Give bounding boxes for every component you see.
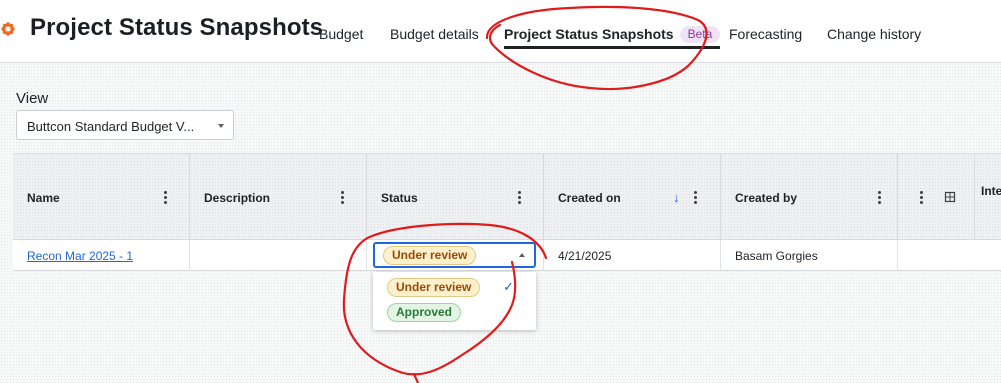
- sort-descending-icon[interactable]: ↓: [673, 190, 680, 205]
- chevron-down-icon: [218, 124, 224, 128]
- snapshot-created-on: 4/21/2025: [558, 249, 612, 263]
- chevron-up-icon: [519, 253, 525, 257]
- column-menu-icon[interactable]: [340, 191, 344, 204]
- cell-created-by: Basam Gorgies: [721, 240, 898, 270]
- column-menu-icon[interactable]: [919, 191, 923, 204]
- column-header-label: Inte: [981, 184, 1001, 198]
- column-header-name[interactable]: Name: [13, 154, 190, 240]
- tab-forecasting[interactable]: Forecasting: [729, 26, 802, 42]
- cell-created-on: 4/21/2025: [544, 240, 721, 270]
- tab-forecasting-label: Forecasting: [729, 26, 803, 42]
- status-option-under-review[interactable]: Under review ✓: [373, 276, 536, 300]
- app-header: Project Status Snapshots Budget Budget d…: [0, 0, 1001, 64]
- page-title: Project Status Snapshots: [30, 14, 324, 41]
- tab-change-history-label: Change history: [827, 26, 922, 42]
- column-menu-icon[interactable]: [693, 191, 697, 204]
- tab-budget-details-label: Budget details: [390, 26, 479, 42]
- status-option-pill: Approved: [387, 303, 462, 322]
- view-label: View: [16, 90, 49, 107]
- column-header-status[interactable]: Status: [367, 154, 544, 240]
- column-chooser-icon[interactable]: [944, 191, 956, 203]
- active-tab-underline: [504, 46, 721, 49]
- column-header-description[interactable]: Description: [190, 154, 367, 240]
- column-header-actions[interactable]: [898, 154, 975, 240]
- column-header-label: Description: [204, 191, 271, 205]
- status-option-approved[interactable]: Approved: [373, 301, 536, 325]
- status-select[interactable]: Under review: [373, 242, 536, 268]
- tab-project-status-snapshots[interactable]: Project Status Snapshots Beta: [504, 26, 721, 49]
- cell-name: Recon Mar 2025 - 1: [13, 240, 190, 270]
- column-header-label: Name: [27, 191, 60, 205]
- column-header-label: Created by: [735, 191, 798, 205]
- tab-budget[interactable]: Budget: [319, 26, 363, 42]
- column-header-created-by[interactable]: Created by: [721, 154, 898, 240]
- status-option-pill: Under review: [387, 278, 481, 297]
- snapshot-name-link[interactable]: Recon Mar 2025 - 1: [27, 249, 133, 263]
- column-menu-icon[interactable]: [517, 191, 521, 204]
- view-select-value: Buttcon Standard Budget V...: [27, 119, 195, 134]
- status-pill-under-review: Under review: [383, 246, 477, 265]
- view-select[interactable]: Buttcon Standard Budget V...: [16, 110, 234, 140]
- column-menu-icon[interactable]: [163, 191, 167, 204]
- cell-description: [190, 240, 367, 270]
- table-header: Name Description Status Created on ↓ Cre…: [13, 153, 1001, 240]
- gear-flower-icon: [1, 22, 15, 36]
- column-header-label: Created on: [558, 191, 621, 205]
- tab-budget-details[interactable]: Budget details: [390, 26, 479, 42]
- column-header-created-on[interactable]: Created on ↓: [544, 154, 721, 240]
- column-menu-icon[interactable]: [877, 191, 881, 204]
- tab-budget-label: Budget: [319, 26, 364, 42]
- column-header-inte[interactable]: Inte: [975, 154, 1001, 240]
- tab-change-history[interactable]: Change history: [827, 26, 921, 42]
- beta-badge: Beta: [679, 26, 721, 43]
- status-dropdown-menu: Under review ✓ Approved: [373, 272, 536, 330]
- tab-project-status-snapshots-label: Project Status Snapshots: [504, 26, 674, 42]
- checkmark-icon: ✓: [503, 279, 514, 294]
- column-header-label: Status: [381, 191, 418, 205]
- cell-extra: [898, 240, 1001, 270]
- snapshot-created-by: Basam Gorgies: [735, 249, 818, 263]
